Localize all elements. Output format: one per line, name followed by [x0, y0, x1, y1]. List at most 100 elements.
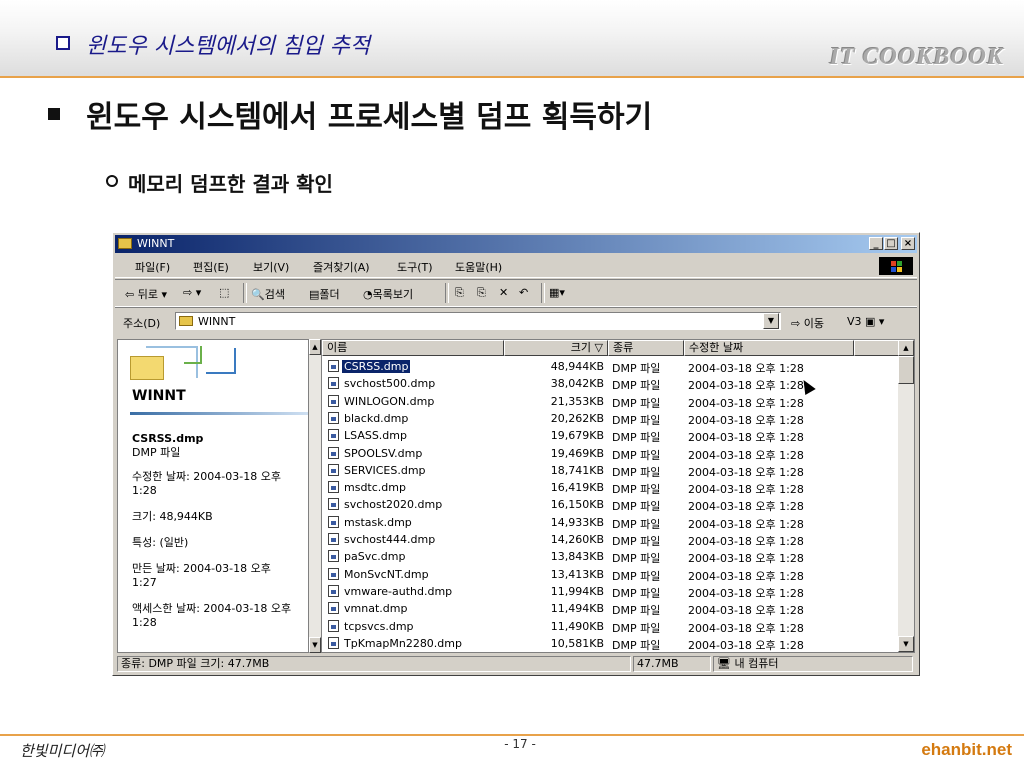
file-size: 16,419KB: [550, 481, 604, 495]
details-divider: [130, 412, 308, 415]
forward-button[interactable]: ⇨ ▾: [183, 286, 201, 299]
address-dropdown-button[interactable]: ▼: [763, 313, 779, 329]
scroll-down-button[interactable]: ▼: [309, 637, 321, 653]
v3-toolbar-button[interactable]: V3 ▣ ▾: [847, 315, 884, 328]
file-name: CSRSS.dmp: [342, 360, 411, 373]
dump-file-icon: [328, 446, 339, 459]
file-row[interactable]: vmware-authd.dmp 11,994KB DMP 파일 2004-03-18…: [322, 583, 898, 600]
file-type: DMP 파일: [612, 483, 661, 497]
file-row[interactable]: msdtc.dmp 16,419KB DMP 파일 2004-03-18 오후 1:2…: [322, 479, 898, 496]
dump-file-icon: [328, 515, 339, 528]
brand-logo: IT COOKBOOK: [829, 44, 1004, 70]
file-row[interactable]: CSRSS.dmp 48,944KB DMP 파일 2004-03-18 오후 1:2…: [322, 358, 898, 375]
menu-bar: 파일(F) 편집(E) 보기(V) 즐겨찾기(A) 도구(T) 도움말(H): [115, 255, 917, 278]
dump-file-icon: [328, 463, 339, 476]
status-bar: 종류: DMP 파일 크기: 47.7MB 47.7MB 🖥 내 컴퓨터: [115, 655, 917, 673]
toolbar-separator: [541, 283, 545, 303]
up-folder-button[interactable]: ⬚: [219, 286, 229, 299]
dump-file-icon: [328, 411, 339, 424]
square-bullet-icon: [56, 36, 70, 50]
page-title: 윈도우 시스템에서 프로세스별 덤프 획득하기: [86, 100, 653, 135]
file-row[interactable]: MonSvcNT.dmp 13,413KB DMP 파일 2004-03-18 오후 …: [322, 566, 898, 583]
file-row[interactable]: paSvc.dmp 13,843KB DMP 파일 2004-03-18 오후 1:2…: [322, 548, 898, 565]
search-label: 검색: [264, 288, 285, 301]
column-header-type[interactable]: 종류: [608, 340, 684, 356]
menu-view[interactable]: 보기(V): [253, 259, 289, 275]
status-zone: 🖥 내 컴퓨터: [713, 656, 913, 672]
details-scrollbar[interactable]: ▲ ▼: [309, 339, 321, 653]
close-button[interactable]: ×: [901, 237, 915, 250]
copy-to-button[interactable]: ⎘: [477, 286, 486, 300]
views-button[interactable]: ▦▾: [549, 286, 565, 299]
delete-button[interactable]: ✕: [499, 286, 508, 299]
file-row[interactable]: blackd.dmp 20,262KB DMP 파일 2004-03-18 오후 1:…: [322, 410, 898, 427]
maximize-button[interactable]: □: [884, 237, 898, 250]
dump-file-icon: [328, 619, 339, 632]
file-row[interactable]: tcpsvcs.dmp 11,490KB DMP 파일 2004-03-18 오후 1…: [322, 618, 898, 635]
windows-logo-icon: [879, 257, 913, 275]
file-name: MonSvcNT.dmp: [344, 567, 429, 581]
minimize-button[interactable]: _: [869, 237, 883, 250]
file-row[interactable]: mstask.dmp 14,933KB DMP 파일 2004-03-18 오후 1:…: [322, 514, 898, 531]
scroll-thumb[interactable]: [898, 356, 914, 384]
file-name: SERVICES.dmp: [344, 463, 426, 477]
file-type: DMP 파일: [612, 362, 661, 375]
menu-favorites[interactable]: 즐겨찾기(A): [313, 259, 370, 275]
details-file-type: DMP 파일: [132, 446, 181, 459]
menu-help[interactable]: 도움말(H): [455, 259, 502, 275]
scroll-down-button[interactable]: ▼: [898, 636, 914, 652]
v3-shield-icon: ▣: [865, 315, 876, 328]
column-header-size[interactable]: 크기 ▽: [504, 340, 608, 356]
file-type: DMP 파일: [612, 448, 661, 462]
move-to-button[interactable]: ⎘: [455, 286, 464, 300]
menu-edit[interactable]: 편집(E): [193, 259, 229, 275]
column-header-modified[interactable]: 수정한 날짜: [684, 340, 854, 356]
back-button[interactable]: ⇦ 뒤로 ▾: [125, 286, 167, 302]
file-modified: 2004-03-18 오후 1:28: [688, 517, 804, 531]
scroll-up-button[interactable]: ▲: [898, 340, 914, 356]
file-size: 11,994KB: [550, 584, 604, 598]
folders-button[interactable]: ▤폴더: [309, 286, 340, 302]
file-size: 13,413KB: [550, 567, 604, 581]
dump-file-icon: [328, 533, 339, 545]
status-size: 47.7MB: [633, 656, 711, 672]
file-row[interactable]: TpKmapMn2280.dmp 10,581KB DMP 파일 2004-03-18…: [322, 635, 898, 652]
file-type: DMP 파일: [612, 552, 661, 566]
go-button[interactable]: ⇨ 이동: [791, 315, 824, 331]
file-modified: 2004-03-18 오후 1:28: [688, 379, 804, 393]
menu-file[interactable]: 파일(F): [135, 259, 170, 275]
toolbar-separator: [243, 283, 247, 303]
dump-file-icon: [328, 394, 339, 407]
address-input[interactable]: WINNT: [175, 312, 781, 330]
file-list-scrollbar[interactable]: ▲ ▼: [898, 340, 914, 652]
address-value: WINNT: [198, 315, 236, 328]
file-row[interactable]: svchost2020.dmp 16,150KB DMP 파일 2004-03-18 …: [322, 496, 898, 513]
file-row[interactable]: LSASS.dmp 19,679KB DMP 파일 2004-03-18 오후 1:2…: [322, 427, 898, 444]
folders-label: 폴더: [319, 288, 340, 301]
dump-file-icon: [328, 429, 339, 442]
menu-tools[interactable]: 도구(T): [397, 259, 433, 275]
file-row[interactable]: WINLOGON.dmp 21,353KB DMP 파일 2004-03-18 오후 …: [322, 393, 898, 410]
scroll-up-button[interactable]: ▲: [309, 339, 321, 355]
file-name: SPOOLSV.dmp: [344, 446, 423, 460]
circle-bullet-icon: [106, 175, 118, 187]
address-bar: 주소(D) WINNT ▼ ⇨ 이동 V3 ▣ ▾: [115, 307, 917, 334]
history-icon: ◔: [363, 288, 373, 301]
file-row[interactable]: vmnat.dmp 11,494KB DMP 파일 2004-03-18 오후 1:2…: [322, 600, 898, 617]
search-button[interactable]: 🔍검색: [251, 286, 285, 302]
details-pane: WINNT CSRSS.dmp DMP 파일 수정한 날짜: 2004-03-1…: [117, 339, 309, 653]
undo-button[interactable]: ↶: [519, 286, 528, 299]
window-title: WINNT: [137, 237, 175, 250]
folder-icon: [179, 316, 193, 326]
file-row[interactable]: SERVICES.dmp 18,741KB DMP 파일 2004-03-18 오후 …: [322, 462, 898, 479]
column-header-name[interactable]: 이름: [322, 340, 504, 356]
file-modified: 2004-03-18 오후 1:28: [688, 500, 804, 514]
file-name: msdtc.dmp: [344, 481, 406, 495]
history-button[interactable]: ◔목록보기: [363, 286, 413, 302]
file-row[interactable]: svchost444.dmp 14,260KB DMP 파일 2004-03-18 오…: [322, 531, 898, 548]
file-row[interactable]: SPOOLSV.dmp 19,469KB DMP 파일 2004-03-18 오후 1…: [322, 445, 898, 462]
window-titlebar[interactable]: WINNT _ □ ×: [115, 235, 917, 253]
details-modified-time: 1:28: [132, 484, 157, 497]
file-modified: 2004-03-18 오후 1:28: [688, 448, 804, 462]
file-name: svchost444.dmp: [344, 533, 436, 546]
